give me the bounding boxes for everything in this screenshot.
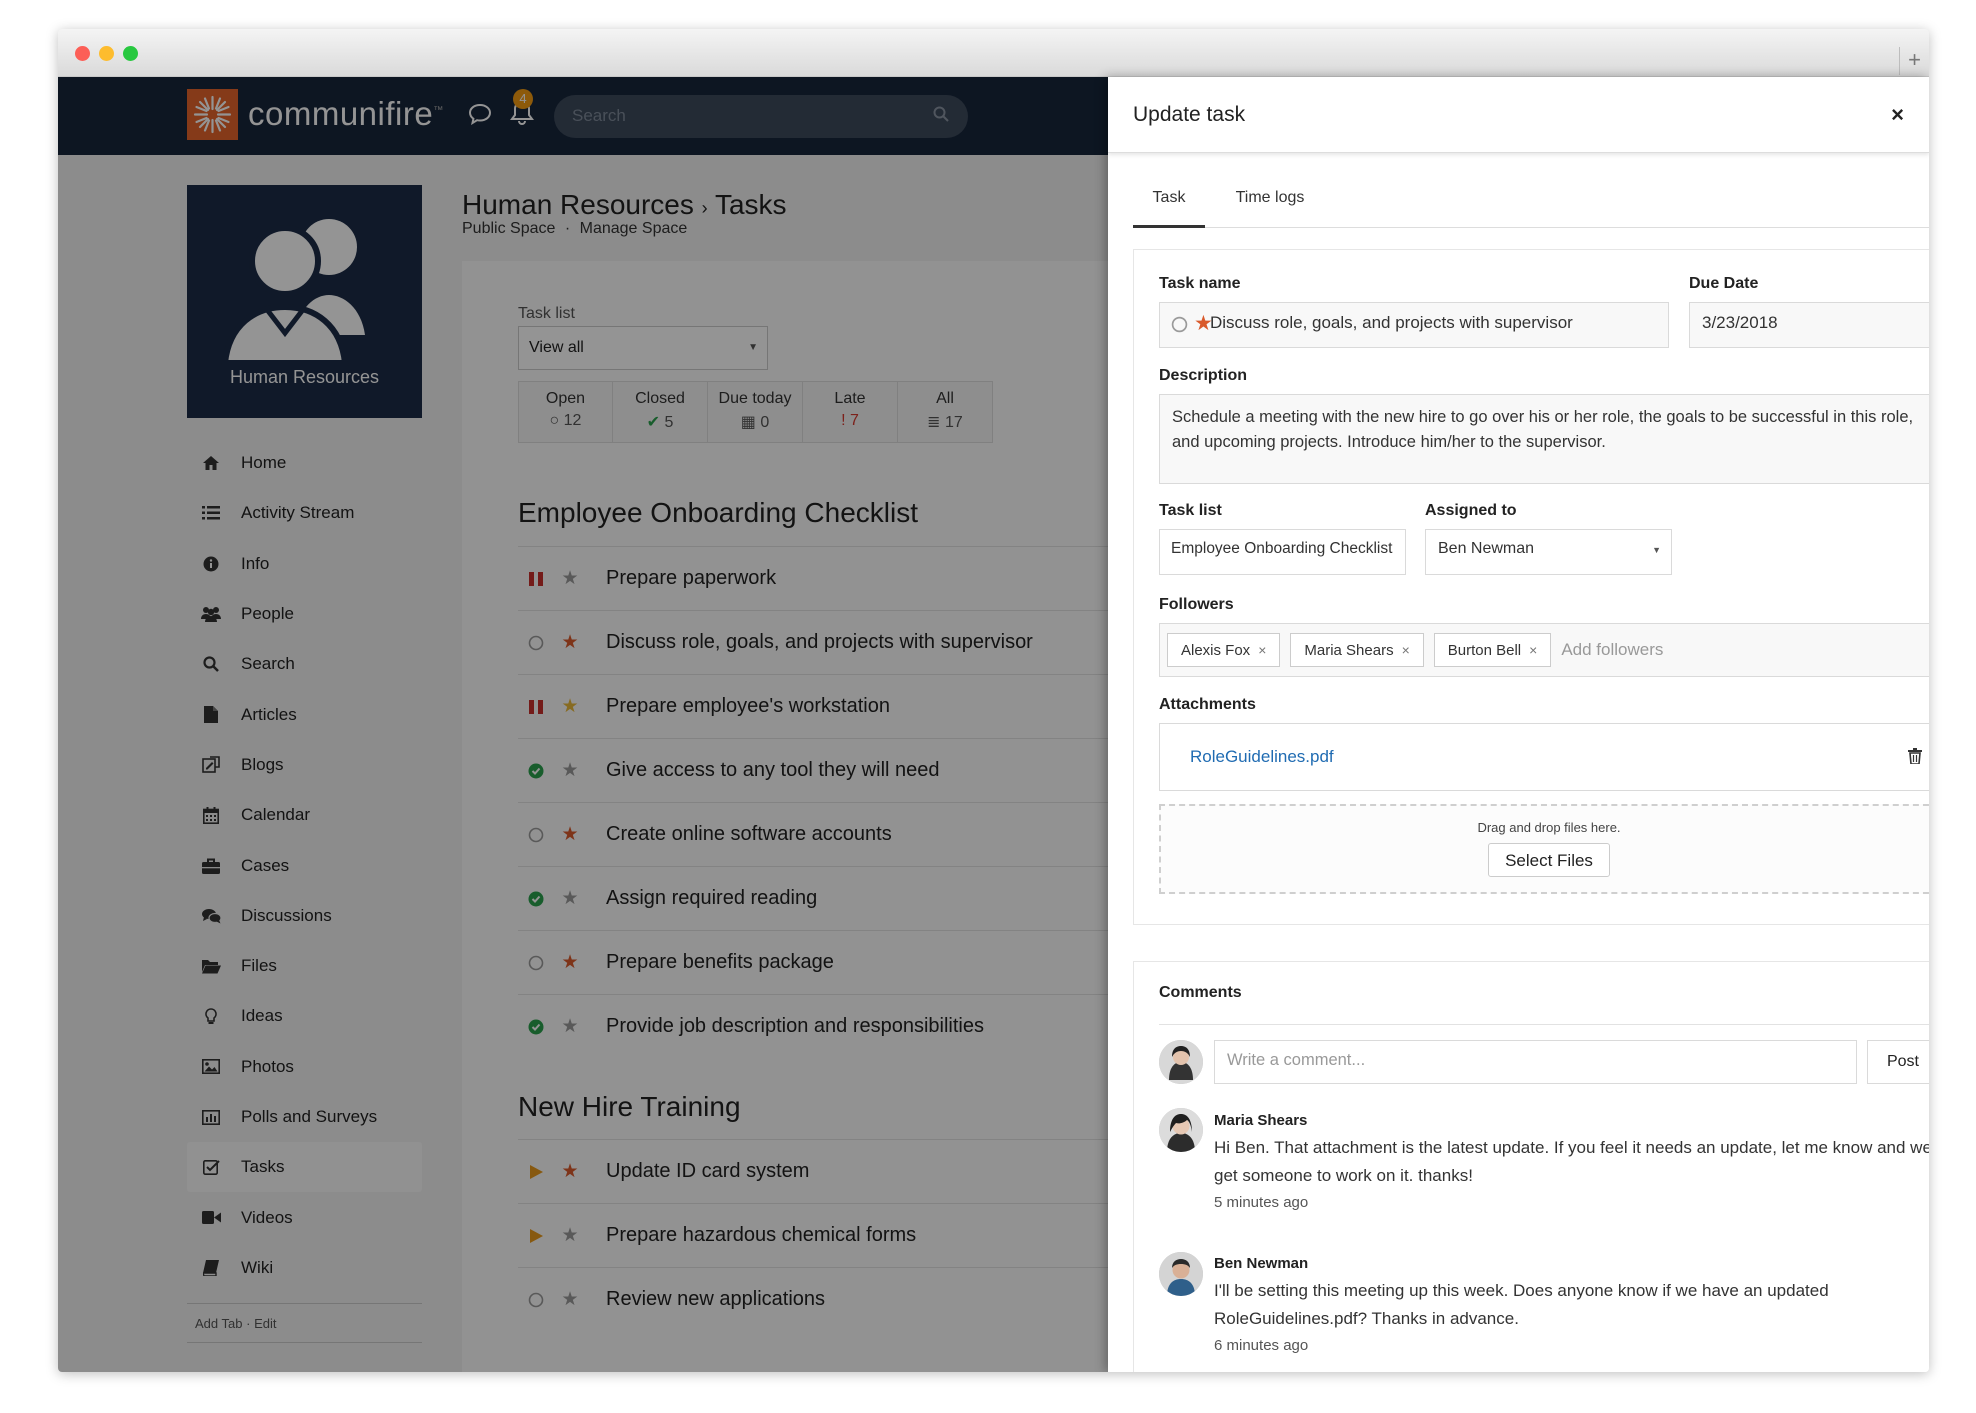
comments-label: Comments [1159, 984, 1242, 1001]
tab-task[interactable]: Task [1133, 184, 1205, 228]
remove-follower-icon[interactable]: × [1258, 642, 1266, 658]
comment-time: 6 minutes ago [1214, 1337, 1309, 1354]
comments-divider [1159, 1024, 1929, 1025]
follower-name: Alexis Fox [1181, 641, 1251, 659]
dropzone-text: Drag and drop files here. [1477, 820, 1621, 835]
comment-text: I'll be setting this meeting up this wee… [1214, 1281, 1829, 1328]
attachments-label: Attachments [1159, 696, 1256, 713]
window-titlebar: + [58, 29, 1929, 77]
description-label: Description [1159, 367, 1248, 384]
remove-follower-icon[interactable]: × [1402, 642, 1410, 658]
assigned-to-select[interactable]: Ben Newman ▼ [1425, 529, 1672, 575]
close-window-button[interactable] [75, 46, 90, 61]
assigned-to-value: Ben Newman [1438, 540, 1535, 557]
update-task-panel: Update task × Task Time logs Task name D… [1108, 77, 1929, 1372]
comment-author[interactable]: Ben Newman [1214, 1255, 1308, 1272]
add-followers-placeholder[interactable]: Add followers [1561, 640, 1663, 660]
modal-backdrop[interactable] [58, 77, 1108, 1372]
comment-author[interactable]: Maria Shears [1214, 1112, 1307, 1129]
task-name-value: Discuss role, goals, and projects with s… [1210, 313, 1573, 332]
minimize-window-button[interactable] [99, 46, 114, 61]
star-icon[interactable]: ★ [1194, 311, 1213, 336]
tab-time-logs[interactable]: Time logs [1225, 184, 1315, 228]
new-tab-button[interactable]: + [1899, 47, 1929, 75]
panel-title: Update task [1133, 103, 1246, 126]
panel-tabs: Task Time logs [1133, 184, 1929, 228]
trash-icon[interactable] [1908, 748, 1922, 769]
task-name-label: Task name [1159, 275, 1241, 292]
comment-text: Hi Ben. That attachment is the latest up… [1214, 1138, 1929, 1185]
follower-chip: Burton Bell × [1433, 633, 1552, 667]
followers-label: Followers [1159, 596, 1234, 613]
task-name-input[interactable]: Discuss role, goals, and projects with s… [1159, 302, 1669, 348]
task-list-field-label: Task list [1159, 502, 1222, 519]
select-files-button[interactable]: Select Files [1488, 843, 1610, 877]
follower-name: Maria Shears [1304, 641, 1394, 659]
panel-header: Update task × [1108, 77, 1929, 153]
post-comment-button[interactable]: Post [1867, 1040, 1929, 1084]
attachment-link[interactable]: RoleGuidelines.pdf [1190, 747, 1334, 767]
assigned-to-label: Assigned to [1425, 502, 1517, 519]
avatar [1159, 1040, 1203, 1084]
due-date-label: Due Date [1689, 275, 1759, 292]
browser-window: + communifire™ 4 Search Human Resources … [58, 29, 1929, 1372]
follower-chip: Maria Shears × [1290, 633, 1424, 667]
description-textarea[interactable]: Schedule a meeting with the new hire to … [1159, 394, 1929, 484]
attachment-item: RoleGuidelines.pdf [1159, 723, 1929, 791]
open-circle-icon[interactable] [1171, 316, 1188, 338]
avatar [1159, 1108, 1203, 1152]
comment-time: 5 minutes ago [1214, 1194, 1309, 1211]
task-form: Task name Discuss role, goals, and proje… [1133, 249, 1929, 925]
task-list-input[interactable]: Employee Onboarding Checklist [1159, 529, 1406, 575]
caret-down-icon: ▼ [1652, 545, 1661, 555]
close-panel-button[interactable]: × [1891, 102, 1904, 128]
comment-input[interactable]: Write a comment... [1214, 1040, 1857, 1084]
remove-follower-icon[interactable]: × [1529, 642, 1537, 658]
due-date-input[interactable]: 3/23/2018 [1689, 302, 1929, 348]
follower-chip: Alexis Fox × [1167, 633, 1281, 667]
comments-section: Comments Write a comment... Post Maria S… [1133, 961, 1929, 1372]
file-dropzone[interactable]: Drag and drop files here. Select Files [1159, 804, 1929, 894]
follower-name: Burton Bell [1447, 641, 1522, 659]
avatar [1159, 1252, 1203, 1296]
maximize-window-button[interactable] [123, 46, 138, 61]
followers-input[interactable]: Alexis Fox × Maria Shears × Burton Bell × A… [1159, 623, 1929, 677]
